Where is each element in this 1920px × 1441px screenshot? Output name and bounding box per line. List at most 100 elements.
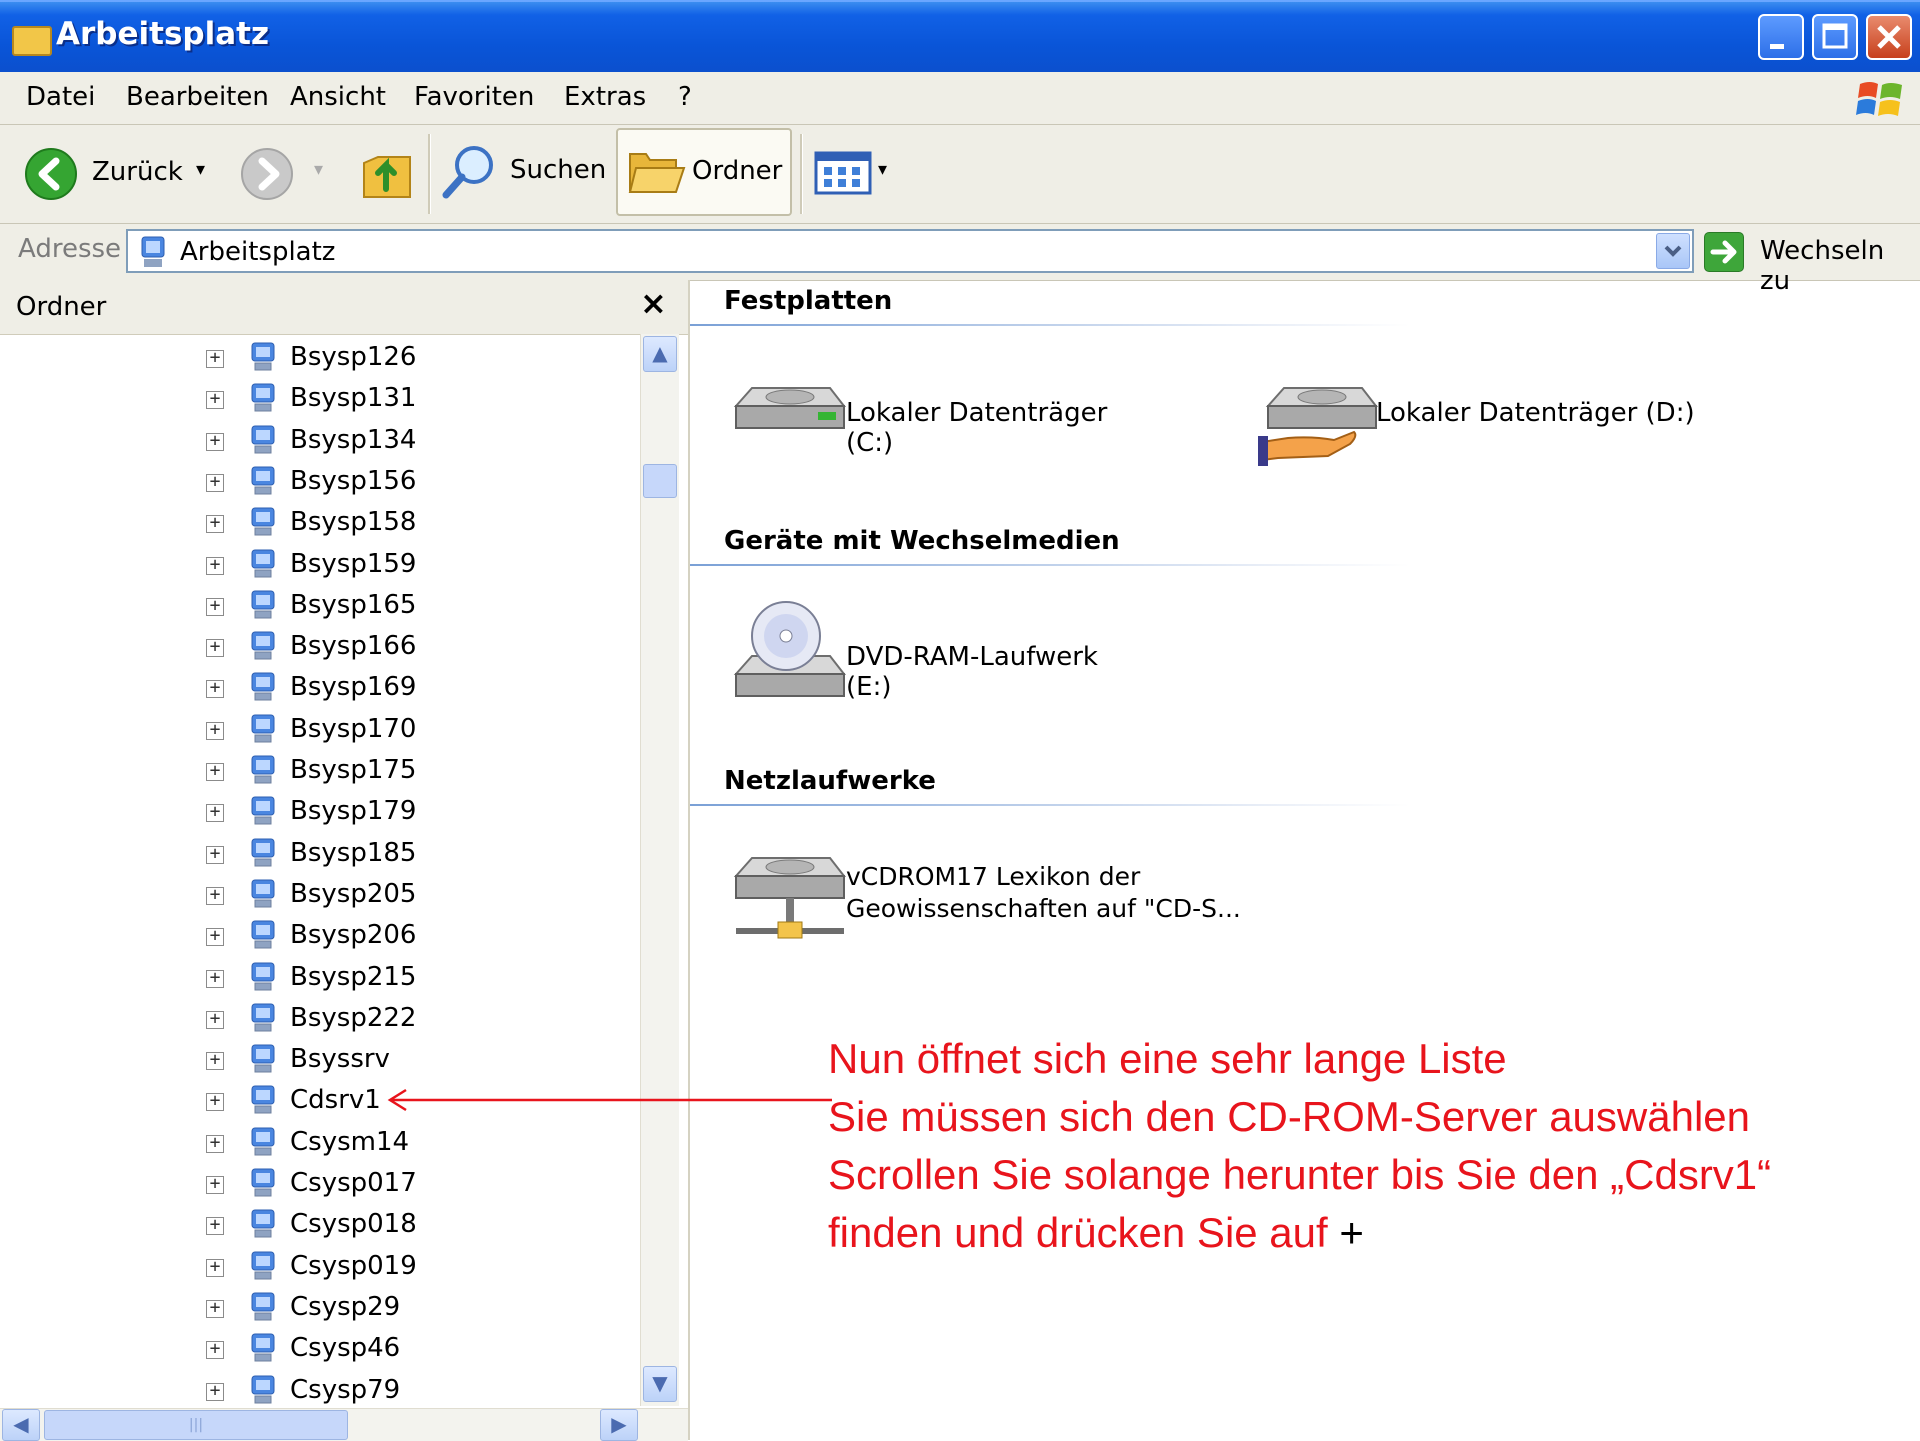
drive-e[interactable]: DVD-RAM-Laufwerk (E:) <box>730 598 1150 718</box>
back-button[interactable]: Zurück ▾ <box>24 147 214 200</box>
back-dropdown-icon[interactable]: ▾ <box>196 159 205 180</box>
title-bar[interactable]: Arbeitsplatz <box>0 0 1920 74</box>
expand-icon[interactable]: + <box>206 1092 224 1112</box>
expand-icon[interactable]: + <box>206 1340 224 1360</box>
expand-icon[interactable]: + <box>206 1133 224 1153</box>
tree-item[interactable]: + Bsysp134 <box>0 421 640 462</box>
tree-item[interactable]: + Bsysp156 <box>0 462 640 503</box>
expand-icon[interactable]: + <box>206 1175 224 1194</box>
tree-item-label: Bsysp215 <box>290 961 417 992</box>
expand-icon[interactable]: + <box>206 1051 224 1071</box>
search-button[interactable]: Suchen <box>440 143 610 203</box>
scroll-down-button[interactable]: ▼ <box>643 1366 677 1402</box>
address-field[interactable]: Arbeitsplatz <box>126 229 1694 273</box>
forward-button[interactable]: ▾ <box>240 147 330 201</box>
close-pane-icon[interactable]: × <box>640 284 667 322</box>
search-label: Suchen <box>510 155 607 185</box>
tree-item[interactable]: + Csysp019 <box>0 1247 640 1288</box>
tree-item[interactable]: + Bsysp159 <box>0 545 640 586</box>
views-button[interactable]: ▾ <box>814 149 898 199</box>
network-computer-icon <box>251 1003 275 1032</box>
tree-item[interactable]: + Bsyssrv <box>0 1040 640 1081</box>
expand-icon[interactable]: + <box>206 803 224 823</box>
scroll-right-button[interactable]: ▶ <box>600 1409 638 1441</box>
tree-item[interactable]: + Bsysp215 <box>0 958 640 999</box>
minimize-button[interactable] <box>1758 14 1804 60</box>
expand-icon[interactable]: + <box>206 968 224 988</box>
folder-up-icon[interactable] <box>360 143 414 203</box>
expand-icon[interactable]: + <box>206 720 224 740</box>
scroll-up-button[interactable]: ▲ <box>643 336 677 372</box>
tree-item[interactable]: + Csysp29 <box>0 1288 640 1329</box>
vertical-scrollbar[interactable]: ▲ ▼ <box>640 334 679 1406</box>
tree-item[interactable]: + Bsysp126 <box>0 338 640 379</box>
expand-icon[interactable]: + <box>206 762 224 781</box>
maximize-button[interactable] <box>1812 14 1858 60</box>
back-arrow-icon <box>25 148 77 200</box>
tree-item[interactable]: + Bsysp222 <box>0 999 640 1040</box>
expand-icon[interactable]: + <box>206 349 224 368</box>
annotation-arrow <box>387 1088 832 1112</box>
tree-item[interactable]: + Bsysp158 <box>0 503 640 544</box>
expand-icon[interactable]: + <box>206 1298 224 1318</box>
tree-item[interactable]: + Bsysp166 <box>0 627 640 668</box>
network-drive[interactable]: vCDROM17 Lexikon der Geowissenschaften a… <box>730 846 1250 966</box>
tree-item[interactable]: + Csysp017 <box>0 1164 640 1205</box>
expand-icon[interactable]: + <box>206 885 224 905</box>
expand-icon[interactable]: + <box>206 1381 224 1401</box>
tree-item-label: Bsysp185 <box>290 837 417 868</box>
close-button[interactable] <box>1866 14 1912 60</box>
menu-datei[interactable]: Datei <box>26 82 95 112</box>
expand-icon[interactable]: + <box>206 844 224 864</box>
network-computer-icon <box>251 1292 275 1321</box>
tree-item[interactable]: + Bsysp185 <box>0 834 640 875</box>
drive-d[interactable]: Lokaler Datenträger (D:) <box>1258 376 1698 476</box>
expand-icon[interactable]: + <box>206 555 224 575</box>
address-dropdown-button[interactable] <box>1656 233 1690 269</box>
tree-item[interactable]: + Bsysp170 <box>0 710 640 751</box>
horizontal-scrollbar[interactable]: ◀ ||| ▶ <box>0 1408 688 1441</box>
tree-item[interactable]: + Csysm14 <box>0 1123 640 1164</box>
menu-help[interactable]: ? <box>678 82 692 112</box>
tree-item-label: Bsysp206 <box>290 920 417 951</box>
drive-e-label: DVD-RAM-Laufwerk (E:) <box>846 642 1098 702</box>
tree-item[interactable]: + Csysp46 <box>0 1329 640 1370</box>
go-button[interactable]: Wechseln zu <box>1704 230 1914 296</box>
search-icon <box>442 146 493 199</box>
network-computer-icon <box>251 962 275 990</box>
scroll-left-button[interactable]: ◀ <box>2 1409 40 1441</box>
tree-item[interactable]: + Bsysp206 <box>0 916 640 957</box>
expand-icon[interactable]: + <box>206 927 224 947</box>
expand-icon[interactable]: + <box>206 638 224 658</box>
scroll-thumb[interactable] <box>643 464 677 498</box>
expand-icon[interactable]: + <box>206 1257 224 1277</box>
menu-favoriten[interactable]: Favoriten <box>414 82 534 112</box>
expand-icon[interactable]: + <box>206 679 224 699</box>
annotation-plus: + <box>1339 1209 1364 1256</box>
tree-item[interactable]: + Bsysp165 <box>0 586 640 627</box>
drive-c-label: Lokaler Datenträger (C:) <box>846 398 1108 458</box>
tree-item-label: Bsysp205 <box>290 878 417 909</box>
horizontal-scroll-thumb[interactable]: ||| <box>44 1410 348 1440</box>
tree-item[interactable]: + Csysp018 <box>0 1205 640 1246</box>
drive-c[interactable]: Lokaler Datenträger (C:) <box>730 376 1150 466</box>
tree-item[interactable]: + Bsysp175 <box>0 751 640 792</box>
expand-icon[interactable]: + <box>206 431 224 451</box>
menu-extras[interactable]: Extras <box>564 82 646 112</box>
expand-icon[interactable]: + <box>206 1009 224 1029</box>
tree-item[interactable]: + Csysp79 <box>0 1371 640 1404</box>
expand-icon[interactable]: + <box>206 472 224 492</box>
expand-icon[interactable]: + <box>206 1216 224 1236</box>
menu-ansicht[interactable]: Ansicht <box>290 82 386 112</box>
expand-icon[interactable]: + <box>206 390 224 410</box>
tree-item[interactable]: + Bsysp131 <box>0 379 640 420</box>
network-computer-icon <box>251 838 275 867</box>
folders-button[interactable]: Ordner <box>616 128 792 216</box>
tree-item[interactable]: + Bsysp205 <box>0 875 640 916</box>
expand-icon[interactable]: + <box>206 514 224 534</box>
tree-item[interactable]: + Bsysp179 <box>0 792 640 833</box>
tree-item[interactable]: + Bsysp169 <box>0 668 640 709</box>
menu-bearbeiten[interactable]: Bearbeiten <box>126 82 269 112</box>
expand-icon[interactable]: + <box>206 596 224 616</box>
tree-item-label: Bsysp175 <box>290 755 417 785</box>
